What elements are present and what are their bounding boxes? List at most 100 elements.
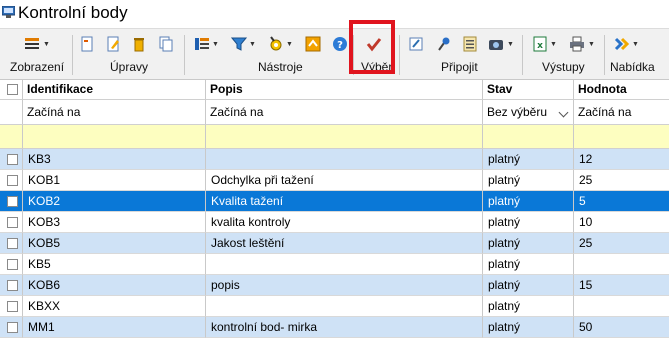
column-header-identifikace[interactable]: Identifikace: [23, 79, 206, 100]
new-row-hodnota[interactable]: [574, 125, 669, 149]
cell-hodnota[interactable]: 25: [574, 233, 669, 254]
cell-popis[interactable]: Odchylka při tažení: [206, 170, 483, 191]
new-row-identifikace[interactable]: [23, 125, 206, 149]
cell-popis[interactable]: kontrolní bod- mirka: [206, 317, 483, 338]
chevron-down-icon[interactable]: ▼: [632, 41, 639, 49]
table-row[interactable]: KOB1 Odchylka při tažení platný 25: [0, 170, 669, 191]
cell-stav[interactable]: platný: [483, 275, 574, 296]
cell-hodnota[interactable]: [574, 296, 669, 317]
row-checkbox[interactable]: [7, 196, 18, 207]
chevron-down-icon[interactable]: ▼: [286, 41, 293, 49]
help-icon[interactable]: ?: [332, 36, 348, 52]
print-icon[interactable]: [569, 36, 585, 52]
cell-popis[interactable]: Kvalita tažení: [206, 191, 483, 212]
cell-identifikace[interactable]: MM1: [23, 317, 206, 338]
chevron-down-icon[interactable]: ▼: [588, 41, 595, 49]
chevron-down-icon[interactable]: ▼: [507, 41, 514, 49]
row-checkbox[interactable]: [7, 280, 18, 291]
chevron-down-icon[interactable]: [558, 107, 569, 118]
filter-popis[interactable]: Začíná na: [206, 100, 483, 125]
note-icon[interactable]: [408, 36, 424, 52]
sync-icon[interactable]: [305, 36, 321, 52]
cell-stav[interactable]: platný: [483, 149, 574, 170]
cell-hodnota[interactable]: 15: [574, 275, 669, 296]
cell-hodnota[interactable]: 12: [574, 149, 669, 170]
table-row[interactable]: KOB3 kvalita kontroly platný 10: [0, 212, 669, 233]
table-row[interactable]: MM1 kontrolní bod- mirka platný 50: [0, 317, 669, 338]
cell-popis[interactable]: Jakost leštění: [206, 233, 483, 254]
table-row[interactable]: KOB6 popis platný 15: [0, 275, 669, 296]
cell-popis[interactable]: kvalita kontroly: [206, 212, 483, 233]
filter-identifikace[interactable]: Začíná na: [23, 100, 206, 125]
row-checkbox[interactable]: [7, 175, 18, 186]
ribbon-toolbar: ▼ Zobrazení Úpravy ▼ ▼ ▼ ? Nástroje Výbě…: [0, 28, 669, 80]
row-checkbox[interactable]: [7, 217, 18, 228]
cell-stav[interactable]: platný: [483, 317, 574, 338]
row-checkbox[interactable]: [7, 259, 18, 270]
filter-stav-dropdown[interactable]: Bez výběru: [483, 100, 574, 125]
separator: [522, 35, 523, 75]
select-all-checkbox[interactable]: [7, 84, 18, 95]
edit-record-icon[interactable]: [105, 36, 121, 52]
delete-icon[interactable]: [131, 36, 147, 52]
new-row-popis[interactable]: [206, 125, 483, 149]
filter-hodnota[interactable]: Začíná na: [574, 100, 669, 125]
chevron-down-icon[interactable]: ▼: [43, 41, 50, 49]
cell-stav[interactable]: platný: [483, 170, 574, 191]
cell-identifikace[interactable]: KB5: [23, 254, 206, 275]
cell-popis[interactable]: [206, 296, 483, 317]
row-select-cell: [0, 296, 23, 317]
column-header-hodnota[interactable]: Hodnota: [574, 79, 669, 100]
table-row-selected[interactable]: KOB2 Kvalita tažení platný 5: [0, 191, 669, 212]
cell-identifikace[interactable]: KOB3: [23, 212, 206, 233]
chevron-menu-icon[interactable]: [614, 36, 630, 52]
row-select-cell: [0, 317, 23, 338]
camera-icon[interactable]: [488, 36, 504, 52]
pin-icon[interactable]: [435, 36, 451, 52]
cell-popis[interactable]: [206, 149, 483, 170]
separator: [184, 35, 185, 75]
cell-identifikace[interactable]: KB3: [23, 149, 206, 170]
table-row[interactable]: KBXX platný: [0, 296, 669, 317]
column-header-popis[interactable]: Popis: [206, 79, 483, 100]
copy-icon[interactable]: [158, 36, 174, 52]
cell-identifikace[interactable]: KOB6: [23, 275, 206, 296]
new-record-icon[interactable]: [79, 36, 95, 52]
table-row[interactable]: KB5 platný: [0, 254, 669, 275]
cell-identifikace[interactable]: KOB1: [23, 170, 206, 191]
cell-hodnota[interactable]: 10: [574, 212, 669, 233]
cell-popis[interactable]: popis: [206, 275, 483, 296]
chevron-down-icon[interactable]: ▼: [249, 41, 256, 49]
cell-stav[interactable]: platný: [483, 212, 574, 233]
row-checkbox[interactable]: [7, 301, 18, 312]
cell-hodnota[interactable]: 50: [574, 317, 669, 338]
cell-stav[interactable]: platný: [483, 233, 574, 254]
table-row[interactable]: KOB5 Jakost leštění platný 25: [0, 233, 669, 254]
row-select-cell: [0, 275, 23, 296]
filter-icon[interactable]: [231, 36, 247, 52]
cell-identifikace[interactable]: KOB5: [23, 233, 206, 254]
column-header-stav[interactable]: Stav: [483, 79, 574, 100]
cell-stav[interactable]: platný: [483, 254, 574, 275]
row-checkbox[interactable]: [7, 154, 18, 165]
columns-icon[interactable]: [194, 36, 210, 52]
cell-identifikace[interactable]: KOB2: [23, 191, 206, 212]
cell-hodnota[interactable]: 5: [574, 191, 669, 212]
cell-popis[interactable]: [206, 254, 483, 275]
cell-hodnota[interactable]: [574, 254, 669, 275]
cell-stav[interactable]: platný: [483, 191, 574, 212]
excel-icon[interactable]: x: [532, 36, 548, 52]
view-list-icon[interactable]: [24, 36, 40, 52]
list-icon[interactable]: [462, 36, 478, 52]
row-select-cell: [0, 233, 23, 254]
table-row[interactable]: KB3 platný 12: [0, 149, 669, 170]
chevron-down-icon[interactable]: ▼: [212, 41, 219, 49]
new-row-stav[interactable]: [483, 125, 574, 149]
settings-icon[interactable]: [268, 36, 284, 52]
cell-identifikace[interactable]: KBXX: [23, 296, 206, 317]
cell-stav[interactable]: platný: [483, 296, 574, 317]
chevron-down-icon[interactable]: ▼: [550, 41, 557, 49]
row-checkbox[interactable]: [7, 238, 18, 249]
row-checkbox[interactable]: [7, 322, 18, 333]
cell-hodnota[interactable]: 25: [574, 170, 669, 191]
